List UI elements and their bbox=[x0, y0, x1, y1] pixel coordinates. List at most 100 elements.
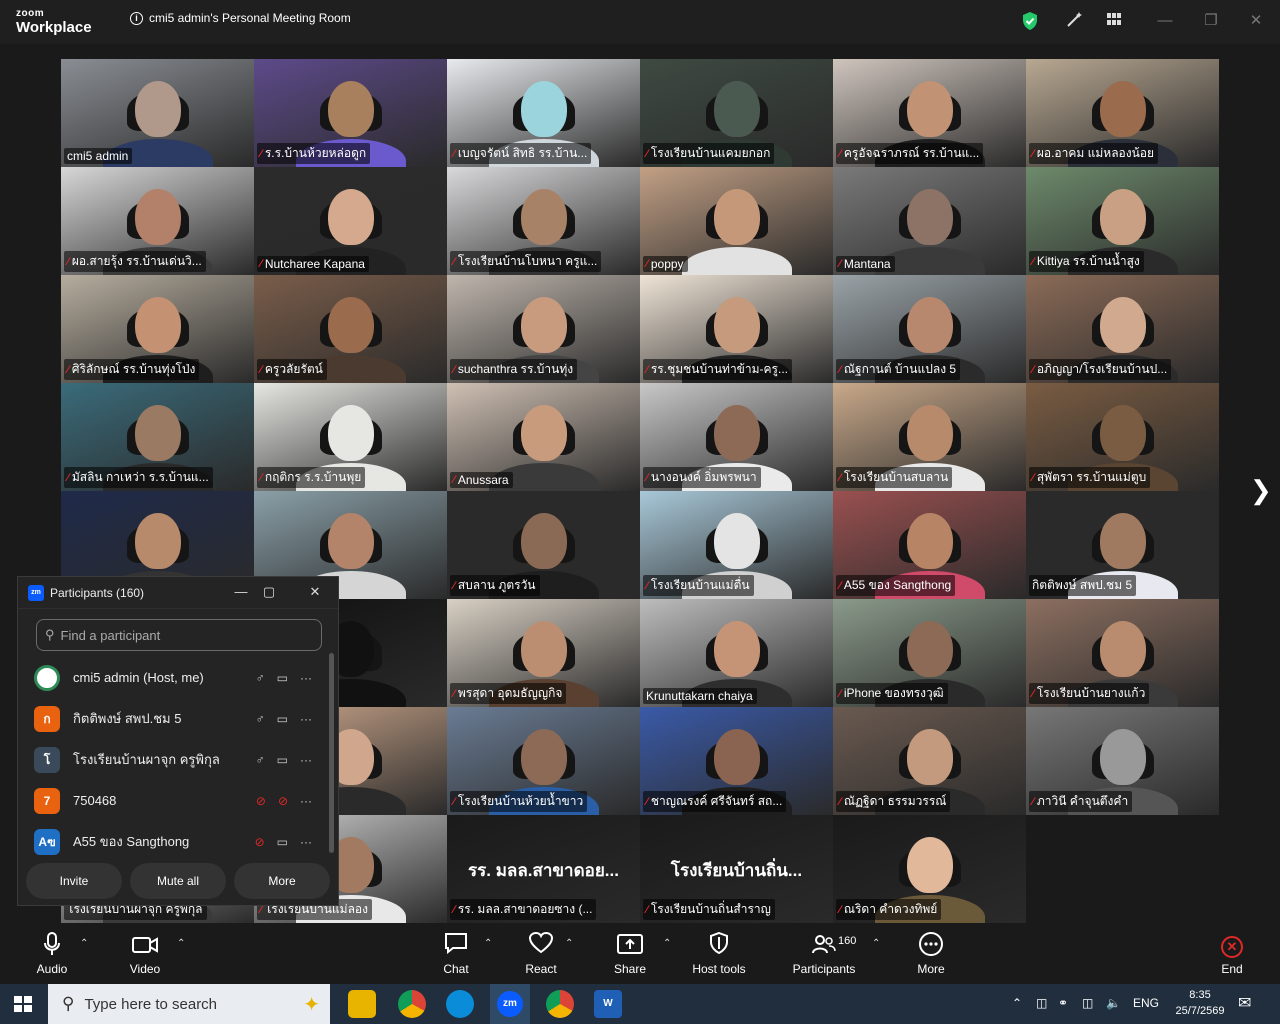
next-page-arrow-icon[interactable]: ❯ bbox=[1250, 475, 1272, 506]
video-tile[interactable]: กิตติพงษ์ สพป.ชม 5 bbox=[1026, 491, 1219, 599]
video-tile[interactable]: ∕ Kittiya รร.บ้านน้ำสูง bbox=[1026, 167, 1219, 275]
video-tile[interactable]: ∕ poppy bbox=[640, 167, 833, 275]
video-tile[interactable]: ∕ รร.ชุมชนบ้านท่าข้าม-ครู... bbox=[640, 275, 833, 383]
participants-options-caret-icon[interactable]: ⌃ bbox=[872, 938, 880, 949]
video-camera-icon[interactable]: ▭ bbox=[277, 671, 288, 685]
more-dots-icon[interactable]: ··· bbox=[300, 753, 312, 767]
minimize-icon[interactable]: — bbox=[1155, 11, 1175, 31]
react-button[interactable]: React bbox=[520, 931, 562, 976]
video-tile[interactable]: ∕ ภาวินี คำจุนตึงคำ bbox=[1026, 707, 1219, 815]
word-icon[interactable]: W bbox=[594, 990, 622, 1018]
video-tile[interactable]: ∕ มัสลิน กาเหว่า ร.ร.บ้านแ... bbox=[61, 383, 254, 491]
participant-row[interactable]: Aฃ A55 ของ Sangthong ⊘ ▭ ··· bbox=[18, 821, 328, 862]
video-tile[interactable]: รร. มลล.สาขาดอย... ∕ รร. มลล.สาขาดอยซาง (.… bbox=[447, 815, 640, 923]
video-tile[interactable]: Krunuttakarn chaiya bbox=[640, 599, 833, 707]
windows-start-icon[interactable] bbox=[14, 996, 32, 1012]
participant-row[interactable]: โ โรงเรียนบ้านผาจุก ครูพิกุล ♂ ▭ ··· bbox=[18, 739, 328, 780]
video-button[interactable]: Video bbox=[126, 932, 164, 976]
info-icon[interactable]: i bbox=[130, 11, 143, 25]
video-tile[interactable]: ∕ โรงเรียนบ้านยางแก้ว bbox=[1026, 599, 1219, 707]
host-tools-button[interactable]: Host tools bbox=[690, 931, 748, 976]
participant-row[interactable]: 7 750468 ⊘ ⊘ ··· bbox=[18, 780, 328, 821]
share-button[interactable]: Share bbox=[610, 932, 650, 976]
video-tile[interactable]: ∕ ศิริลักษณ์ รร.บ้านทุ่งโป่ง bbox=[61, 275, 254, 383]
maximize-icon[interactable]: ❐ bbox=[1201, 11, 1221, 31]
video-tile[interactable]: ∕ โรงเรียนบ้านสบลาน bbox=[833, 383, 1026, 491]
video-tile[interactable]: ∕ suchanthra รร.บ้านทุ่ง bbox=[447, 275, 640, 383]
panel-close-icon[interactable]: ✕ bbox=[306, 583, 324, 601]
file-explorer-icon[interactable] bbox=[348, 990, 376, 1018]
language-indicator[interactable]: ENG bbox=[1133, 996, 1159, 1010]
microphone-tray-icon[interactable]: ⚭ bbox=[1058, 996, 1068, 1010]
invite-button[interactable]: Invite bbox=[26, 863, 122, 899]
chrome-profile-icon[interactable] bbox=[546, 990, 574, 1018]
network-icon[interactable]: ◫ bbox=[1082, 996, 1093, 1010]
end-meeting-button[interactable]: ✕ End bbox=[1214, 932, 1250, 976]
panel-maximize-icon[interactable]: ▢ bbox=[260, 583, 278, 601]
video-tile[interactable]: ∕ โรงเรียนบ้านห้วยน้ำขาว bbox=[447, 707, 640, 815]
video-tile[interactable]: ∕ นางอนงค์ อิ่มพรพนา bbox=[640, 383, 833, 491]
video-tile[interactable]: ∕ Nutcharee Kapana bbox=[254, 167, 447, 275]
video-tile[interactable]: ∕ โรงเรียนบ้านแคมยกอก bbox=[640, 59, 833, 167]
mute-all-button[interactable]: Mute all bbox=[130, 863, 226, 899]
video-tile[interactable]: ∕ กฤติกร ร.ร.บ้านพุย bbox=[254, 383, 447, 491]
microphone-icon[interactable]: ♂ bbox=[256, 671, 265, 685]
participant-row[interactable]: ก กิตติพงษ์ สพป.ชม 5 ♂ ▭ ··· bbox=[18, 698, 328, 739]
video-tile[interactable]: ∕ ครูวลัยรัตน์ bbox=[254, 275, 447, 383]
participants-scrollbar[interactable] bbox=[329, 653, 334, 853]
video-tile[interactable]: ∕ A55 ของ Sangthong bbox=[833, 491, 1026, 599]
video-tile[interactable]: ∕ โรงเรียนบ้านโบหนา ครูแ... bbox=[447, 167, 640, 275]
taskbar-search-box[interactable]: ⚲ Type here to search ✦ bbox=[48, 984, 330, 1024]
video-tile[interactable]: ∕ ณริดา คำดวงทิพย์ bbox=[833, 815, 1026, 923]
share-options-caret-icon[interactable]: ⌃ bbox=[663, 938, 671, 949]
zoom-taskbar-icon[interactable]: zm bbox=[490, 984, 530, 1024]
video-tile[interactable]: ∕ ครูอัจฉราภรณ์ รร.บ้านแ... bbox=[833, 59, 1026, 167]
volume-icon[interactable]: 🔈 bbox=[1106, 996, 1121, 1010]
video-tile[interactable]: โรงเรียนบ้านถิ่น... ∕ โรงเรียนบ้านถิ่นสำรา… bbox=[640, 815, 833, 923]
participant-search-input[interactable]: ⚲ Find a participant bbox=[36, 619, 322, 651]
video-tile[interactable]: ∕ Anussara bbox=[447, 383, 640, 491]
more-dots-icon[interactable]: ··· bbox=[300, 835, 312, 849]
meeting-info[interactable]: i cmi5 admin's Personal Meeting Room bbox=[130, 11, 351, 25]
chrome-icon[interactable] bbox=[398, 990, 426, 1018]
tray-overflow-icon[interactable]: ⌃ bbox=[1012, 996, 1022, 1010]
video-tile[interactable]: ∕ สุพัตรา รร.บ้านแม่ตูบ bbox=[1026, 383, 1219, 491]
more-dots-icon[interactable]: ··· bbox=[300, 794, 312, 808]
video-tile[interactable]: ∕ ผอ.สายรุ้ง รร.บ้านเด่นวิ... bbox=[61, 167, 254, 275]
video-camera-icon[interactable]: ▭ bbox=[277, 835, 288, 849]
chat-options-caret-icon[interactable]: ⌃ bbox=[484, 938, 492, 949]
video-tile[interactable]: ∕ ร.ร.บ้านห้วยหล่อดูก bbox=[254, 59, 447, 167]
meet-now-icon[interactable]: ◫ bbox=[1036, 996, 1047, 1010]
video-tile[interactable]: ∕ เบญจรัตน์ สิทธิ รร.บ้าน... bbox=[447, 59, 640, 167]
more-dots-icon[interactable]: ··· bbox=[300, 712, 312, 726]
more-options-button[interactable]: More bbox=[234, 863, 330, 899]
video-tile[interactable]: ∕ iPhone ของทรงวุฒิ bbox=[833, 599, 1026, 707]
video-tile[interactable]: cmi5 admin bbox=[61, 59, 254, 167]
participant-row[interactable]: cmi5 admin (Host, me) ♂ ▭ ··· bbox=[18, 657, 328, 698]
react-options-caret-icon[interactable]: ⌃ bbox=[565, 938, 573, 949]
audio-options-caret-icon[interactable]: ⌃ bbox=[80, 938, 88, 949]
video-options-caret-icon[interactable]: ⌃ bbox=[177, 938, 185, 949]
system-clock[interactable]: 8:35 25/7/2569 bbox=[1170, 987, 1230, 1019]
mic-muted-icon[interactable]: ⊘ bbox=[255, 835, 265, 849]
video-tile[interactable]: ∕ พรสุดา อุดมธัญญกิจ bbox=[447, 599, 640, 707]
video-tile[interactable]: ∕ ชาญณรงค์ ศรีจันทร์ สถ... bbox=[640, 707, 833, 815]
more-dots-icon[interactable]: ··· bbox=[300, 671, 312, 685]
video-tile[interactable]: ∕ สบลาน ภูตรวัน bbox=[447, 491, 640, 599]
gallery-view-icon[interactable] bbox=[1104, 11, 1124, 31]
video-camera-icon[interactable]: ▭ bbox=[277, 753, 288, 767]
notifications-icon[interactable]: ✉ bbox=[1238, 993, 1251, 1013]
chat-button[interactable]: Chat bbox=[438, 932, 474, 976]
more-button[interactable]: More bbox=[912, 932, 950, 976]
video-tile[interactable]: ∕ ณัฐกานต์ บ้านแปลง 5 bbox=[833, 275, 1026, 383]
video-tile[interactable]: ∕ Mantana bbox=[833, 167, 1026, 275]
video-off-icon[interactable]: ⊘ bbox=[278, 794, 288, 808]
close-window-icon[interactable]: ✕ bbox=[1246, 11, 1266, 31]
audio-button[interactable]: Audio bbox=[34, 932, 70, 976]
mic-muted-icon[interactable]: ⊘ bbox=[256, 794, 266, 808]
video-tile[interactable]: ∕ อภิญญา/โรงเรียนบ้านป... bbox=[1026, 275, 1219, 383]
microphone-icon[interactable]: ♂ bbox=[256, 712, 265, 726]
panel-minimize-icon[interactable]: — bbox=[232, 583, 250, 601]
video-camera-icon[interactable]: ▭ bbox=[277, 712, 288, 726]
edge-icon[interactable] bbox=[446, 990, 474, 1018]
